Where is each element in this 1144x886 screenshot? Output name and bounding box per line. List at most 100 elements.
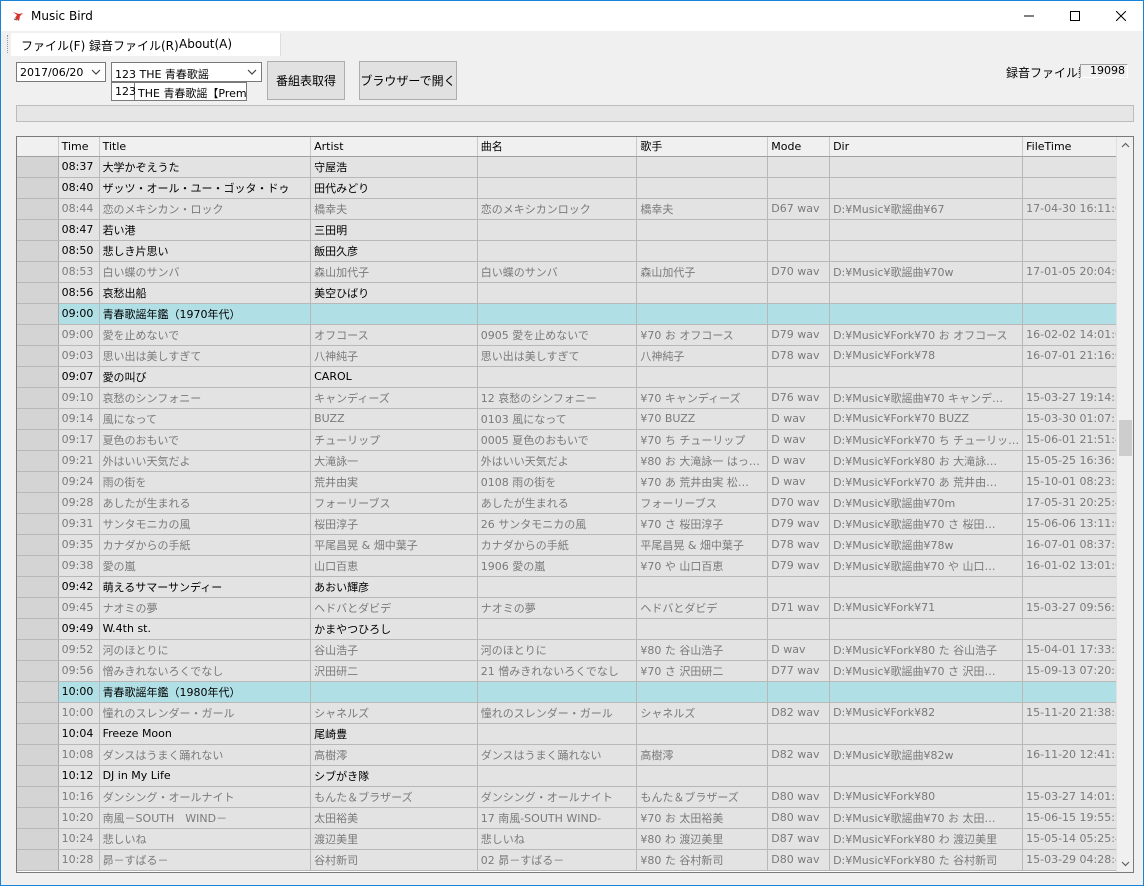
row-header-cell[interactable]	[17, 702, 59, 724]
row-header-cell[interactable]	[17, 429, 59, 451]
cell-artist[interactable]: 渡辺美里	[310, 828, 478, 850]
cell-dir[interactable]	[829, 219, 1024, 241]
cell-mode[interactable]	[767, 723, 831, 745]
cell-singer[interactable]: ¥70 BUZZ	[636, 408, 769, 430]
scroll-up-button[interactable]	[1117, 137, 1133, 154]
table-row[interactable]: 08:53 白い蝶のサンバ 森山加代子 白い蝶のサンバ 森山加代子 D70 wav D:¥M…	[17, 261, 1133, 283]
row-header-cell[interactable]	[17, 576, 59, 598]
cell-artist[interactable]: 桜田淳子	[310, 513, 478, 535]
cell-title[interactable]: 昴－すばる－	[99, 849, 312, 871]
row-header-cell[interactable]	[17, 492, 59, 514]
table-row[interactable]: 09:07 愛の叫び CAROL	[17, 366, 1133, 388]
cell-title[interactable]: 夏色のおもいで	[99, 429, 312, 451]
row-header-cell[interactable]	[17, 282, 59, 304]
table-row[interactable]: 10:28 昴－すばる－ 谷村新司 02 昴－すばる－ ¥80 た 谷村新司 D80 wa…	[17, 849, 1133, 871]
cell-time[interactable]: 10:00	[58, 681, 100, 703]
cell-time[interactable]: 09:28	[58, 492, 100, 514]
cell-artist[interactable]: 飯田久彦	[310, 240, 478, 262]
cell-mode[interactable]: D79 wav	[767, 513, 831, 535]
cell-title[interactable]: 愛を止めないで	[99, 324, 312, 346]
cell-singer[interactable]	[636, 618, 769, 640]
row-header-cell[interactable]	[17, 744, 59, 766]
cell-title[interactable]: ナオミの夢	[99, 597, 312, 619]
column-header-singer[interactable]: 歌手	[636, 137, 769, 157]
station-select[interactable]: 123 THE 青春歌謡	[111, 62, 262, 82]
row-header-cell[interactable]	[17, 450, 59, 472]
station-dropdown-option[interactable]: 123 THE 青春歌謡【Prem	[111, 82, 247, 101]
cell-song-name[interactable]: ダンシング・オールナイト	[477, 786, 638, 808]
cell-song-name[interactable]	[477, 177, 638, 199]
cell-artist[interactable]: 橋幸夫	[310, 198, 478, 220]
row-header-cell[interactable]	[17, 324, 59, 346]
cell-song-name[interactable]: 外はいい天気だよ	[477, 450, 638, 472]
program-header-row[interactable]: 10:00 青春歌謡年鑑（1980年代）	[17, 681, 1133, 703]
cell-artist[interactable]: チューリップ	[310, 429, 478, 451]
cell-time[interactable]: 09:14	[58, 408, 100, 430]
cell-mode[interactable]	[767, 618, 831, 640]
table-row[interactable]: 09:35 カナダからの手紙 平尾昌晃 & 畑中葉子 カナダからの手紙 平尾昌晃 & 畑…	[17, 534, 1133, 556]
cell-dir[interactable]: D:¥Music¥歌謡曲¥70 お 太田…	[829, 807, 1024, 829]
cell-dir[interactable]: D:¥Music¥Fork¥82	[829, 702, 1024, 724]
cell-mode[interactable]: D76 wav	[767, 387, 831, 409]
table-row[interactable]: 09:10 哀愁のシンフォニー キャンディーズ 12 哀愁のシンフォニー ¥70 キャン…	[17, 387, 1133, 409]
cell-title[interactable]: サンタモニカの風	[99, 513, 312, 535]
cell-time[interactable]: 10:00	[58, 702, 100, 724]
cell-title[interactable]: 萌えるサマーサンディー	[99, 576, 312, 598]
table-row[interactable]: 10:00 憧れのスレンダー・ガール シャネルズ 憧れのスレンダー・ガール シャネルズ D…	[17, 702, 1133, 724]
cell-time[interactable]: 10:28	[58, 849, 100, 871]
cell-mode[interactable]: D80 wav	[767, 786, 831, 808]
cell-artist[interactable]: 谷村新司	[310, 849, 478, 871]
cell-dir[interactable]: D:¥Music¥Fork¥78	[829, 345, 1024, 367]
cell-time[interactable]: 10:12	[58, 765, 100, 787]
minimize-button[interactable]	[1006, 1, 1052, 31]
row-header-cell[interactable]	[17, 660, 59, 682]
cell-singer[interactable]: フォーリーブス	[636, 492, 769, 514]
cell-title[interactable]: 青春歌謡年鑑（1970年代）	[99, 303, 312, 325]
cell-artist[interactable]: 大滝詠一	[310, 450, 478, 472]
cell-title[interactable]: W.4th st.	[99, 618, 312, 640]
cell-mode[interactable]	[767, 765, 831, 787]
cell-mode[interactable]: D wav	[767, 408, 831, 430]
cell-mode[interactable]: D77 wav	[767, 660, 831, 682]
cell-mode[interactable]: D71 wav	[767, 597, 831, 619]
table-row[interactable]: 09:17 夏色のおもいで チューリップ 0005 夏色のおもいで ¥70 ち チューリ…	[17, 429, 1133, 451]
cell-song-name[interactable]: 17 南風-SOUTH WIND-	[477, 807, 638, 829]
cell-title[interactable]: 若い港	[99, 219, 312, 241]
cell-dir[interactable]: D:¥Music¥歌謡曲¥70m	[829, 492, 1024, 514]
cell-singer[interactable]: 高樹澪	[636, 744, 769, 766]
table-row[interactable]: 09:21 外はいい天気だよ 大滝詠一 外はいい天気だよ ¥80 お 大滝詠一 はっ… D…	[17, 450, 1133, 472]
cell-mode[interactable]: D67 wav	[767, 198, 831, 220]
cell-dir[interactable]: D:¥Music¥歌謡曲¥70 や 山口…	[829, 555, 1024, 577]
cell-dir[interactable]: D:¥Music¥Fork¥80 た 谷山浩子	[829, 639, 1024, 661]
table-row[interactable]: 10:16 ダンシング・オールナイト もんた＆ブラザーズ ダンシング・オールナイト もん…	[17, 786, 1133, 808]
cell-artist[interactable]: 田代みどり	[310, 177, 478, 199]
cell-title[interactable]: 河のほとりに	[99, 639, 312, 661]
cell-dir[interactable]: D:¥Music¥Fork¥71	[829, 597, 1024, 619]
table-row[interactable]: 08:37 大学かぞえうた 守屋浩	[17, 156, 1133, 178]
cell-time[interactable]: 08:44	[58, 198, 100, 220]
cell-song-name[interactable]	[477, 681, 638, 703]
column-header-title[interactable]: Title	[99, 137, 312, 157]
cell-mode[interactable]: D79 wav	[767, 555, 831, 577]
table-row[interactable]: 09:28 あしたが生まれる フォーリーブス あしたが生まれる フォーリーブス D70 w…	[17, 492, 1133, 514]
cell-singer[interactable]: ¥80 わ 渡辺美里	[636, 828, 769, 850]
cell-title[interactable]: 青春歌謡年鑑（1980年代）	[99, 681, 312, 703]
cell-mode[interactable]: D70 wav	[767, 261, 831, 283]
column-header-artist[interactable]: Artist	[310, 137, 478, 157]
cell-dir[interactable]	[829, 681, 1024, 703]
cell-song-name[interactable]: 0108 雨の街を	[477, 471, 638, 493]
cell-song-name[interactable]: 憧れのスレンダー・ガール	[477, 702, 638, 724]
table-row[interactable]: 09:45 ナオミの夢 ヘドバとダビデ ナオミの夢 ヘドバとダビデ D71 wav D:¥M…	[17, 597, 1133, 619]
cell-title[interactable]: ダンシング・オールナイト	[99, 786, 312, 808]
cell-dir[interactable]	[829, 765, 1024, 787]
cell-title[interactable]: 愛の嵐	[99, 555, 312, 577]
cell-singer[interactable]: ¥80 お 大滝詠一 はっ…	[636, 450, 769, 472]
cell-mode[interactable]: D70 wav	[767, 492, 831, 514]
cell-artist[interactable]: 三田明	[310, 219, 478, 241]
menu-file[interactable]: ファイル(F)	[21, 37, 85, 54]
column-header-rowhead[interactable]	[17, 137, 59, 157]
cell-singer[interactable]: 平尾昌晃 & 畑中葉子	[636, 534, 769, 556]
cell-time[interactable]: 08:40	[58, 177, 100, 199]
table-row[interactable]: 08:50 悲しき片思い 飯田久彦	[17, 240, 1133, 262]
table-row[interactable]: 09:14 風になって BUZZ 0103 風になって ¥70 BUZZ D wav D:¥…	[17, 408, 1133, 430]
